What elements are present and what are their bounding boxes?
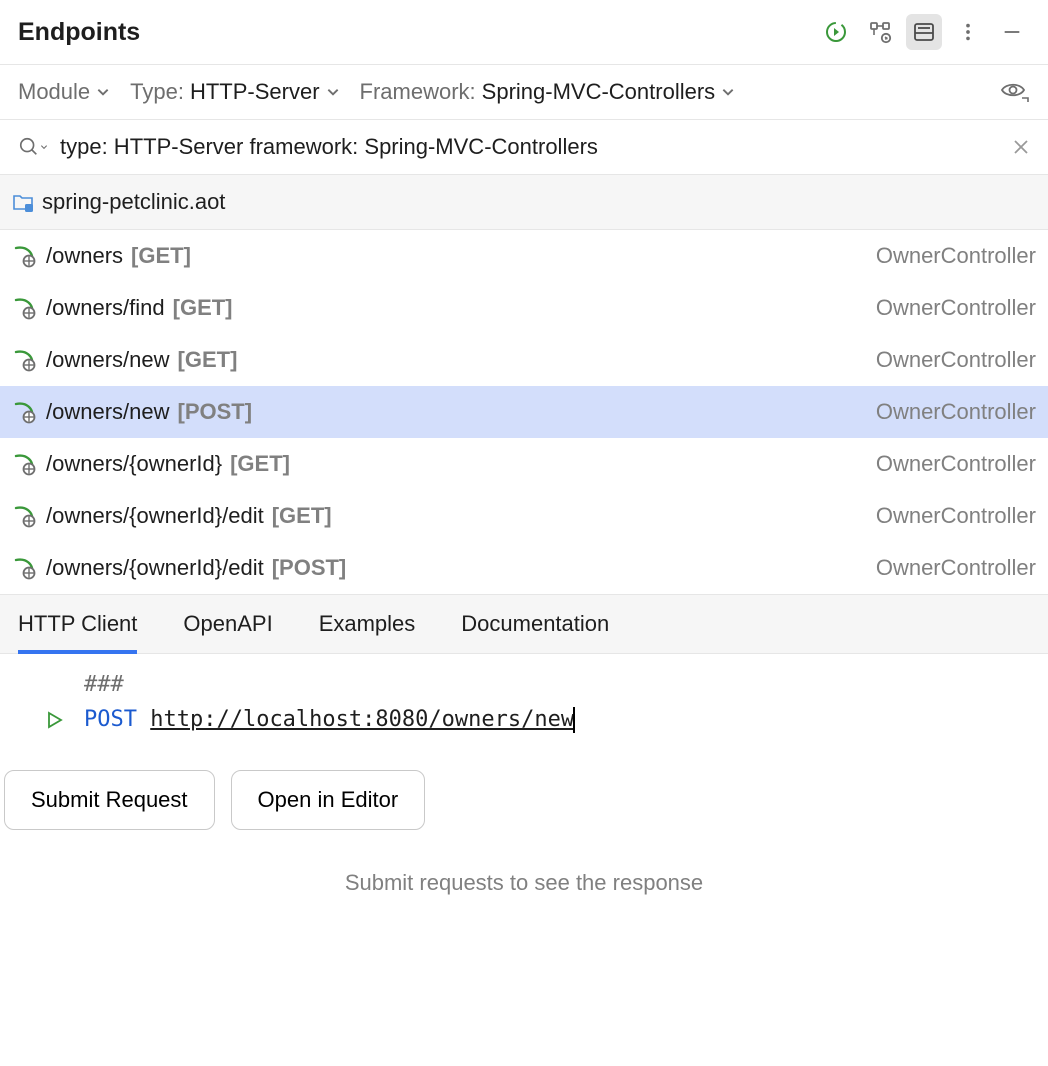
endpoint-path: /owners/new (46, 347, 170, 373)
run-gutter-icon[interactable] (24, 711, 64, 729)
chevron-down-icon (721, 85, 735, 99)
endpoint-row[interactable]: /owners/find [GET] OwnerController (0, 282, 1048, 334)
endpoint-method: [GET] (230, 451, 290, 477)
endpoint-controller: OwnerController (876, 555, 1036, 581)
endpoint-icon (12, 400, 38, 424)
endpoints-list: /owners [GET] OwnerController/owners/find… (0, 230, 1048, 594)
endpoint-method: [POST] (272, 555, 347, 581)
submit-request-button[interactable]: Submit Request (4, 770, 215, 830)
search-left: type: HTTP-Server framework: Spring-MVC-… (18, 134, 598, 160)
endpoint-icon (12, 504, 38, 528)
tab-examples[interactable]: Examples (319, 595, 416, 653)
endpoint-icon (12, 452, 38, 476)
response-hint: Submit requests to see the response (0, 830, 1048, 936)
endpoint-row[interactable]: /owners [GET] OwnerController (0, 230, 1048, 282)
http-client-editor[interactable]: ### POST http://localhost:8080/owners/ne… (0, 654, 1048, 750)
more-options-icon[interactable] (950, 14, 986, 50)
tab-documentation[interactable]: Documentation (461, 595, 609, 653)
framework-filter[interactable]: Framework: Spring-MVC-Controllers (360, 79, 736, 105)
editor-line-hash: ### (24, 666, 1048, 702)
type-filter-label: Type: (130, 79, 184, 105)
endpoint-row[interactable]: /owners/new [GET] OwnerController (0, 334, 1048, 386)
type-filter[interactable]: Type: HTTP-Server (130, 79, 339, 105)
action-buttons: Submit Request Open in Editor (0, 750, 1048, 830)
endpoint-controller: OwnerController (876, 503, 1036, 529)
endpoint-controller: OwnerController (876, 347, 1036, 373)
detail-tabs: HTTP Client OpenAPI Examples Documentati… (0, 594, 1048, 654)
text-cursor (573, 707, 575, 733)
panel-title: Endpoints (18, 18, 140, 47)
endpoint-path: /owners/{ownerId}/edit (46, 555, 264, 581)
endpoint-row[interactable]: /owners/{ownerId} [GET] OwnerController (0, 438, 1048, 490)
type-filter-value: HTTP-Server (190, 79, 320, 105)
filter-left: Module Type: HTTP-Server Framework: Spri… (18, 79, 735, 105)
http-method: POST (84, 707, 137, 732)
endpoint-left: /owners/{ownerId}/edit [GET] (12, 503, 332, 529)
open-in-editor-button[interactable]: Open in Editor (231, 770, 426, 830)
filter-bar: Module Type: HTTP-Server Framework: Spri… (0, 65, 1048, 120)
framework-filter-value: Spring-MVC-Controllers (482, 79, 716, 105)
endpoint-row[interactable]: /owners/{ownerId}/edit [POST] OwnerContro… (0, 542, 1048, 594)
chevron-down-icon (326, 85, 340, 99)
endpoint-path: /owners (46, 243, 123, 269)
endpoint-left: /owners/{ownerId} [GET] (12, 451, 290, 477)
endpoint-method: [GET] (178, 347, 238, 373)
clear-search-icon[interactable] (1012, 138, 1030, 156)
endpoint-row[interactable]: /owners/new [POST] OwnerController (0, 386, 1048, 438)
endpoint-left: /owners [GET] (12, 243, 191, 269)
endpoint-icon (12, 348, 38, 372)
tab-http-client[interactable]: HTTP Client (18, 595, 137, 653)
endpoint-path: /owners/find (46, 295, 165, 321)
endpoint-method: [GET] (131, 243, 191, 269)
endpoint-controller: OwnerController (876, 451, 1036, 477)
http-url: http://localhost:8080/owners/new (150, 707, 574, 732)
module-icon (12, 192, 34, 212)
endpoint-left: /owners/new [POST] (12, 399, 252, 425)
endpoint-icon (12, 244, 38, 268)
endpoint-path: /owners/{ownerId}/edit (46, 503, 264, 529)
endpoint-method: [GET] (272, 503, 332, 529)
spring-run-icon[interactable] (818, 14, 854, 50)
toolwindow-header: Endpoints (0, 0, 1048, 65)
endpoint-left: /owners/find [GET] (12, 295, 233, 321)
endpoint-icon (12, 556, 38, 580)
endpoint-left: /owners/new [GET] (12, 347, 237, 373)
endpoint-path: /owners/{ownerId} (46, 451, 222, 477)
detail-panel-toggle-icon[interactable] (906, 14, 942, 50)
module-filter-label: Module (18, 79, 90, 105)
endpoint-method: [GET] (173, 295, 233, 321)
endpoint-left: /owners/{ownerId}/edit [POST] (12, 555, 346, 581)
http-separator: ### (84, 672, 124, 697)
module-group-name: spring-petclinic.aot (42, 189, 225, 215)
view-options-icon[interactable] (1000, 80, 1030, 104)
framework-filter-label: Framework: (360, 79, 476, 105)
endpoint-controller: OwnerController (876, 295, 1036, 321)
minimize-icon[interactable] (994, 14, 1030, 50)
endpoint-path: /owners/new (46, 399, 170, 425)
chevron-down-icon (96, 85, 110, 99)
module-group-header: spring-petclinic.aot (0, 175, 1048, 230)
search-bar: type: HTTP-Server framework: Spring-MVC-… (0, 120, 1048, 175)
editor-line-request: POST http://localhost:8080/owners/new (24, 702, 1048, 738)
endpoint-controller: OwnerController (876, 399, 1036, 425)
endpoint-controller: OwnerController (876, 243, 1036, 269)
diagram-icon[interactable] (862, 14, 898, 50)
module-filter[interactable]: Module (18, 79, 110, 105)
endpoint-method: [POST] (178, 399, 253, 425)
endpoint-row[interactable]: /owners/{ownerId}/edit [GET] OwnerControl… (0, 490, 1048, 542)
header-actions (818, 14, 1030, 50)
search-input[interactable]: type: HTTP-Server framework: Spring-MVC-… (60, 134, 598, 160)
search-icon[interactable] (18, 136, 48, 158)
tab-openapi[interactable]: OpenAPI (183, 595, 272, 653)
endpoint-icon (12, 296, 38, 320)
